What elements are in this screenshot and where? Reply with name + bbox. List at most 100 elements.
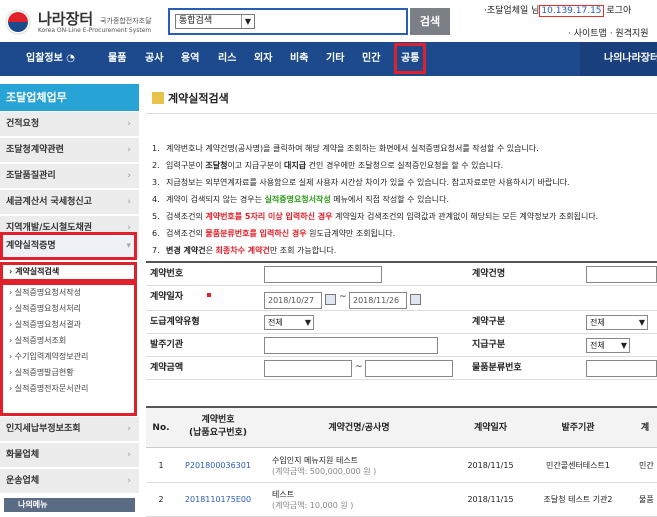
chevron-down-icon: ▼ <box>304 318 311 327</box>
category-label: 물품분류번호 <box>472 363 522 373</box>
gnb-item-private[interactable]: 민간 <box>362 42 380 76</box>
notice-text: 검색조건의 <box>166 229 206 238</box>
gnb-item-lease[interactable]: 리스 <box>218 42 236 76</box>
notice-item: 3. 지급청보는 외부연계자료를 사용함으로 실제 사용자 시간상 차이가 있을 … <box>152 174 657 191</box>
select-value: 전체 <box>590 318 605 327</box>
calendar-icon[interactable] <box>325 294 336 305</box>
sidebar-item-quote-request[interactable]: 건적요청 › <box>0 112 139 137</box>
sidebar-item-label: 화물업체 <box>6 450 40 460</box>
sidebar-item-quality[interactable]: 조달품질관리 › <box>0 164 139 189</box>
notice-number: 3. <box>152 178 160 187</box>
chevron-right-icon: › <box>127 476 131 486</box>
user-greeting: ·조달업체일 님 <box>484 6 540 16</box>
gnb-item-common[interactable]: 공통 <box>394 43 427 74</box>
date-to-input[interactable]: 2018/11/26 <box>349 292 407 309</box>
sidebar-item-freight[interactable]: 화물업체 › <box>0 443 139 468</box>
mouse-icon: ◔ <box>66 53 76 64</box>
sidebar-item-label: 인지세납부정보조회 <box>6 424 81 434</box>
notice-text: 계약번호를 5자리 이상 입력하신 경우 <box>205 212 333 221</box>
contract-amount: (계약금액: 500,000,000 원 ) <box>272 467 377 476</box>
global-nav: 입찰정보 ◔ 물품 공사 용역 리스 외자 비축 기타 민간 공통 나의나라장터 <box>0 42 657 76</box>
form-row: 계약금액 ~ 물품분류번호 <box>146 357 657 380</box>
cell-no: 1 <box>146 449 176 483</box>
calendar-icon[interactable] <box>410 294 421 305</box>
gnb-label: 입찰정보 <box>26 53 63 64</box>
contract-name-input[interactable] <box>586 266 657 283</box>
contract-name-link[interactable]: 수입인지 메뉴지원 테스트 <box>272 455 458 466</box>
notice-text: 입력구분이 <box>166 161 206 170</box>
chevron-right-icon: › <box>127 145 131 155</box>
contract-name-label: 계약건명 <box>472 269 506 279</box>
search-form: 계약번호 계약건명 계약일자 2018/10/27 ~ 2018/11/26 도… <box>146 261 657 381</box>
gnb-item-service[interactable]: 용역 <box>181 42 199 76</box>
chevron-right-icon: › <box>127 171 131 181</box>
sidebar-item-label: 조달품질관리 <box>6 171 56 181</box>
form-row: 계약번호 계약건명 <box>146 263 657 286</box>
notice-item: 5. 검색조건의 계약번호를 5자리 이상 입력하신 경우 계약일자 검색조건의 … <box>152 208 657 225</box>
submenu-contract-search[interactable]: › 계약실적검색 <box>6 262 134 281</box>
sidebar-item-stamp-tax[interactable]: 인지세납부정보조회 › <box>0 417 139 442</box>
subcontract-type-select[interactable]: 전체 ▼ <box>264 315 314 330</box>
search-box: 통합검색 ▼ <box>168 8 408 35</box>
amount-label: 계약금액 <box>150 363 184 373</box>
highlight-box <box>0 232 137 260</box>
contract-name-link[interactable]: 테스트 <box>272 489 458 500</box>
gnb-item-stockpile[interactable]: 비축 <box>290 42 308 76</box>
util-links[interactable]: · 사이트맵 · 원격지원 <box>568 26 649 39</box>
chevron-down-icon: ▼ <box>241 15 254 28</box>
search-scope-select[interactable]: 통합검색 ▼ <box>175 14 255 29</box>
submenu-e-document[interactable]: › 실적증명전자문서관리 <box>6 379 134 398</box>
gnb-item-bid-info[interactable]: 입찰정보 ◔ <box>26 42 75 76</box>
date-from-input[interactable]: 2018/10/27 <box>264 292 322 309</box>
notice-text: 원도급계약만 조회됩니다. <box>306 229 396 238</box>
results-table: No. 계약번호 (납품요구번호) 계약건명/공사명 계약일자 발주기관 계 1… <box>146 406 657 517</box>
main-content: 계약실적검색 1. 계약번호나 계약건명(공사명)을 클릭하여 해당 계약을 조회… <box>146 84 657 517</box>
my-narajangteo-link[interactable]: 나의나라장터 <box>580 42 657 76</box>
contract-no-input[interactable] <box>264 266 382 283</box>
notice-text: 은 <box>205 246 216 255</box>
site-logo[interactable]: 나라장터 국가종합전자조달 Korea ON-Line E-Procuremen… <box>4 6 174 38</box>
payment-type-select[interactable]: 전체 ▼ <box>586 338 630 353</box>
notice-text: 최종차수 계약건 <box>215 246 270 255</box>
notice-number: 6. <box>152 229 160 238</box>
search-button[interactable]: 검색 <box>410 8 450 35</box>
notice-text: 메뉴에서 직접 작성할 수 있습니다. <box>330 195 450 204</box>
notice-item: 6. 검색조건의 물품분류번호를 입력하신 경우 원도급계약만 조회됩니다. <box>152 225 657 242</box>
gnb-item-foreign[interactable]: 외자 <box>254 42 272 76</box>
amount-separator: ~ <box>355 362 363 372</box>
sidebar-item-pps-contract[interactable]: 조달청계약관련 › <box>0 138 139 163</box>
notice-text: 변경 계약건 <box>166 246 206 255</box>
gnb-item-other[interactable]: 기타 <box>326 42 344 76</box>
contract-type-label: 계약구분 <box>472 317 506 327</box>
contract-type-select[interactable]: 전체 ▼ <box>586 315 648 330</box>
notice-text: 만 조회 가능합니다. <box>269 246 337 255</box>
sidebar-item-tax-invoice[interactable]: 세금계산서 국세청신고 › <box>0 190 139 215</box>
amount-from-input[interactable] <box>264 360 352 377</box>
notice-number: 2. <box>152 161 160 170</box>
sidebar-item-transport[interactable]: 운송업체 › <box>0 469 139 494</box>
gnb-item-construction[interactable]: 공사 <box>145 42 163 76</box>
logo-title: 나라장터 <box>38 10 94 28</box>
contract-no-label: 계약번호 <box>150 269 184 279</box>
my-menu-tab[interactable]: 나의메뉴 <box>4 498 135 512</box>
amount-to-input[interactable] <box>365 360 453 377</box>
gnb-item-goods[interactable]: 물품 <box>108 42 126 76</box>
chevron-right-icon: › <box>127 424 131 434</box>
logout-link[interactable]: 로그아 <box>606 6 631 16</box>
form-row: 계약일자 2018/10/27 ~ 2018/11/26 <box>146 286 657 311</box>
cell-date: 2018/11/15 <box>458 449 523 483</box>
cell-extra: 민간 <box>633 449 657 483</box>
notice-text: 지급청보는 외부연계자료를 사용함으로 실제 사용자 시간상 차이가 있을 수 … <box>166 178 570 187</box>
notice-item: 4. 계약이 검색되지 않는 경우는 실적증명요청서작성 메뉴에서 직접 작성할 … <box>152 191 657 208</box>
chevron-down-icon: ▼ <box>638 318 645 327</box>
notice-text: 조달청 <box>205 161 228 170</box>
pencil-icon <box>152 92 164 104</box>
category-input[interactable] <box>586 360 657 377</box>
agency-input[interactable] <box>264 337 438 354</box>
contract-name-cell: 수입인지 메뉴지원 테스트 (계약금액: 500,000,000 원 ) <box>260 449 458 483</box>
col-header: 발주기관 <box>523 408 633 448</box>
notice-text: 계약번호나 계약건명(공사명)을 클릭하여 해당 계약을 조회하는 화면에서 실… <box>166 144 539 153</box>
logo-subtitle: 국가종합전자조달 <box>100 17 152 25</box>
contract-no-link[interactable]: P201800036301 <box>176 449 260 483</box>
notice-text: 건인 경우에만 조달청으로 실적증인요청을 할 수 있습니다. <box>306 161 504 170</box>
